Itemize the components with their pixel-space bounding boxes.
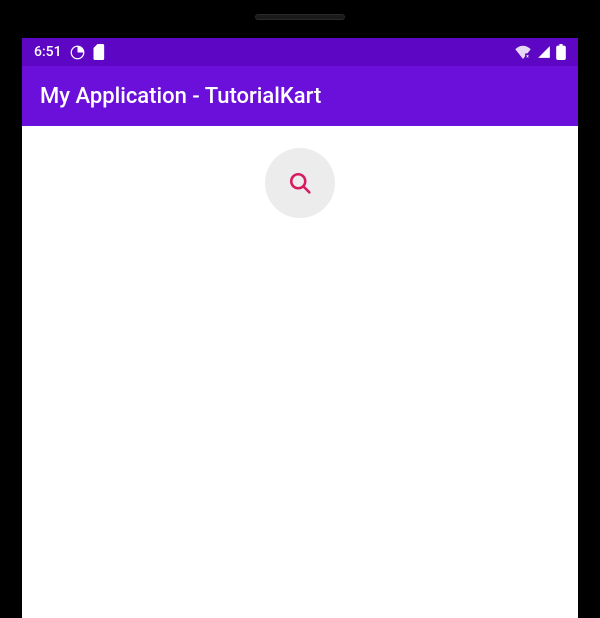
status-bar: 6:51 x bbox=[22, 38, 578, 66]
battery-icon bbox=[556, 44, 566, 60]
device-frame: 6:51 x bbox=[0, 0, 600, 600]
sd-card-icon bbox=[93, 44, 106, 60]
device-speaker bbox=[255, 14, 345, 20]
app-bar: My Application - TutorialKart bbox=[22, 66, 578, 126]
circle-icon bbox=[70, 45, 85, 60]
cellular-signal-icon bbox=[536, 45, 552, 59]
wifi-icon: x bbox=[514, 45, 532, 59]
status-bar-left: 6:51 bbox=[34, 44, 106, 60]
screen: 6:51 x bbox=[22, 38, 578, 618]
status-bar-right: x bbox=[514, 44, 566, 60]
app-bar-title: My Application - TutorialKart bbox=[40, 84, 321, 109]
search-fab[interactable] bbox=[265, 148, 335, 218]
content-area bbox=[22, 126, 578, 618]
status-clock: 6:51 bbox=[34, 44, 62, 60]
search-icon bbox=[286, 169, 314, 197]
